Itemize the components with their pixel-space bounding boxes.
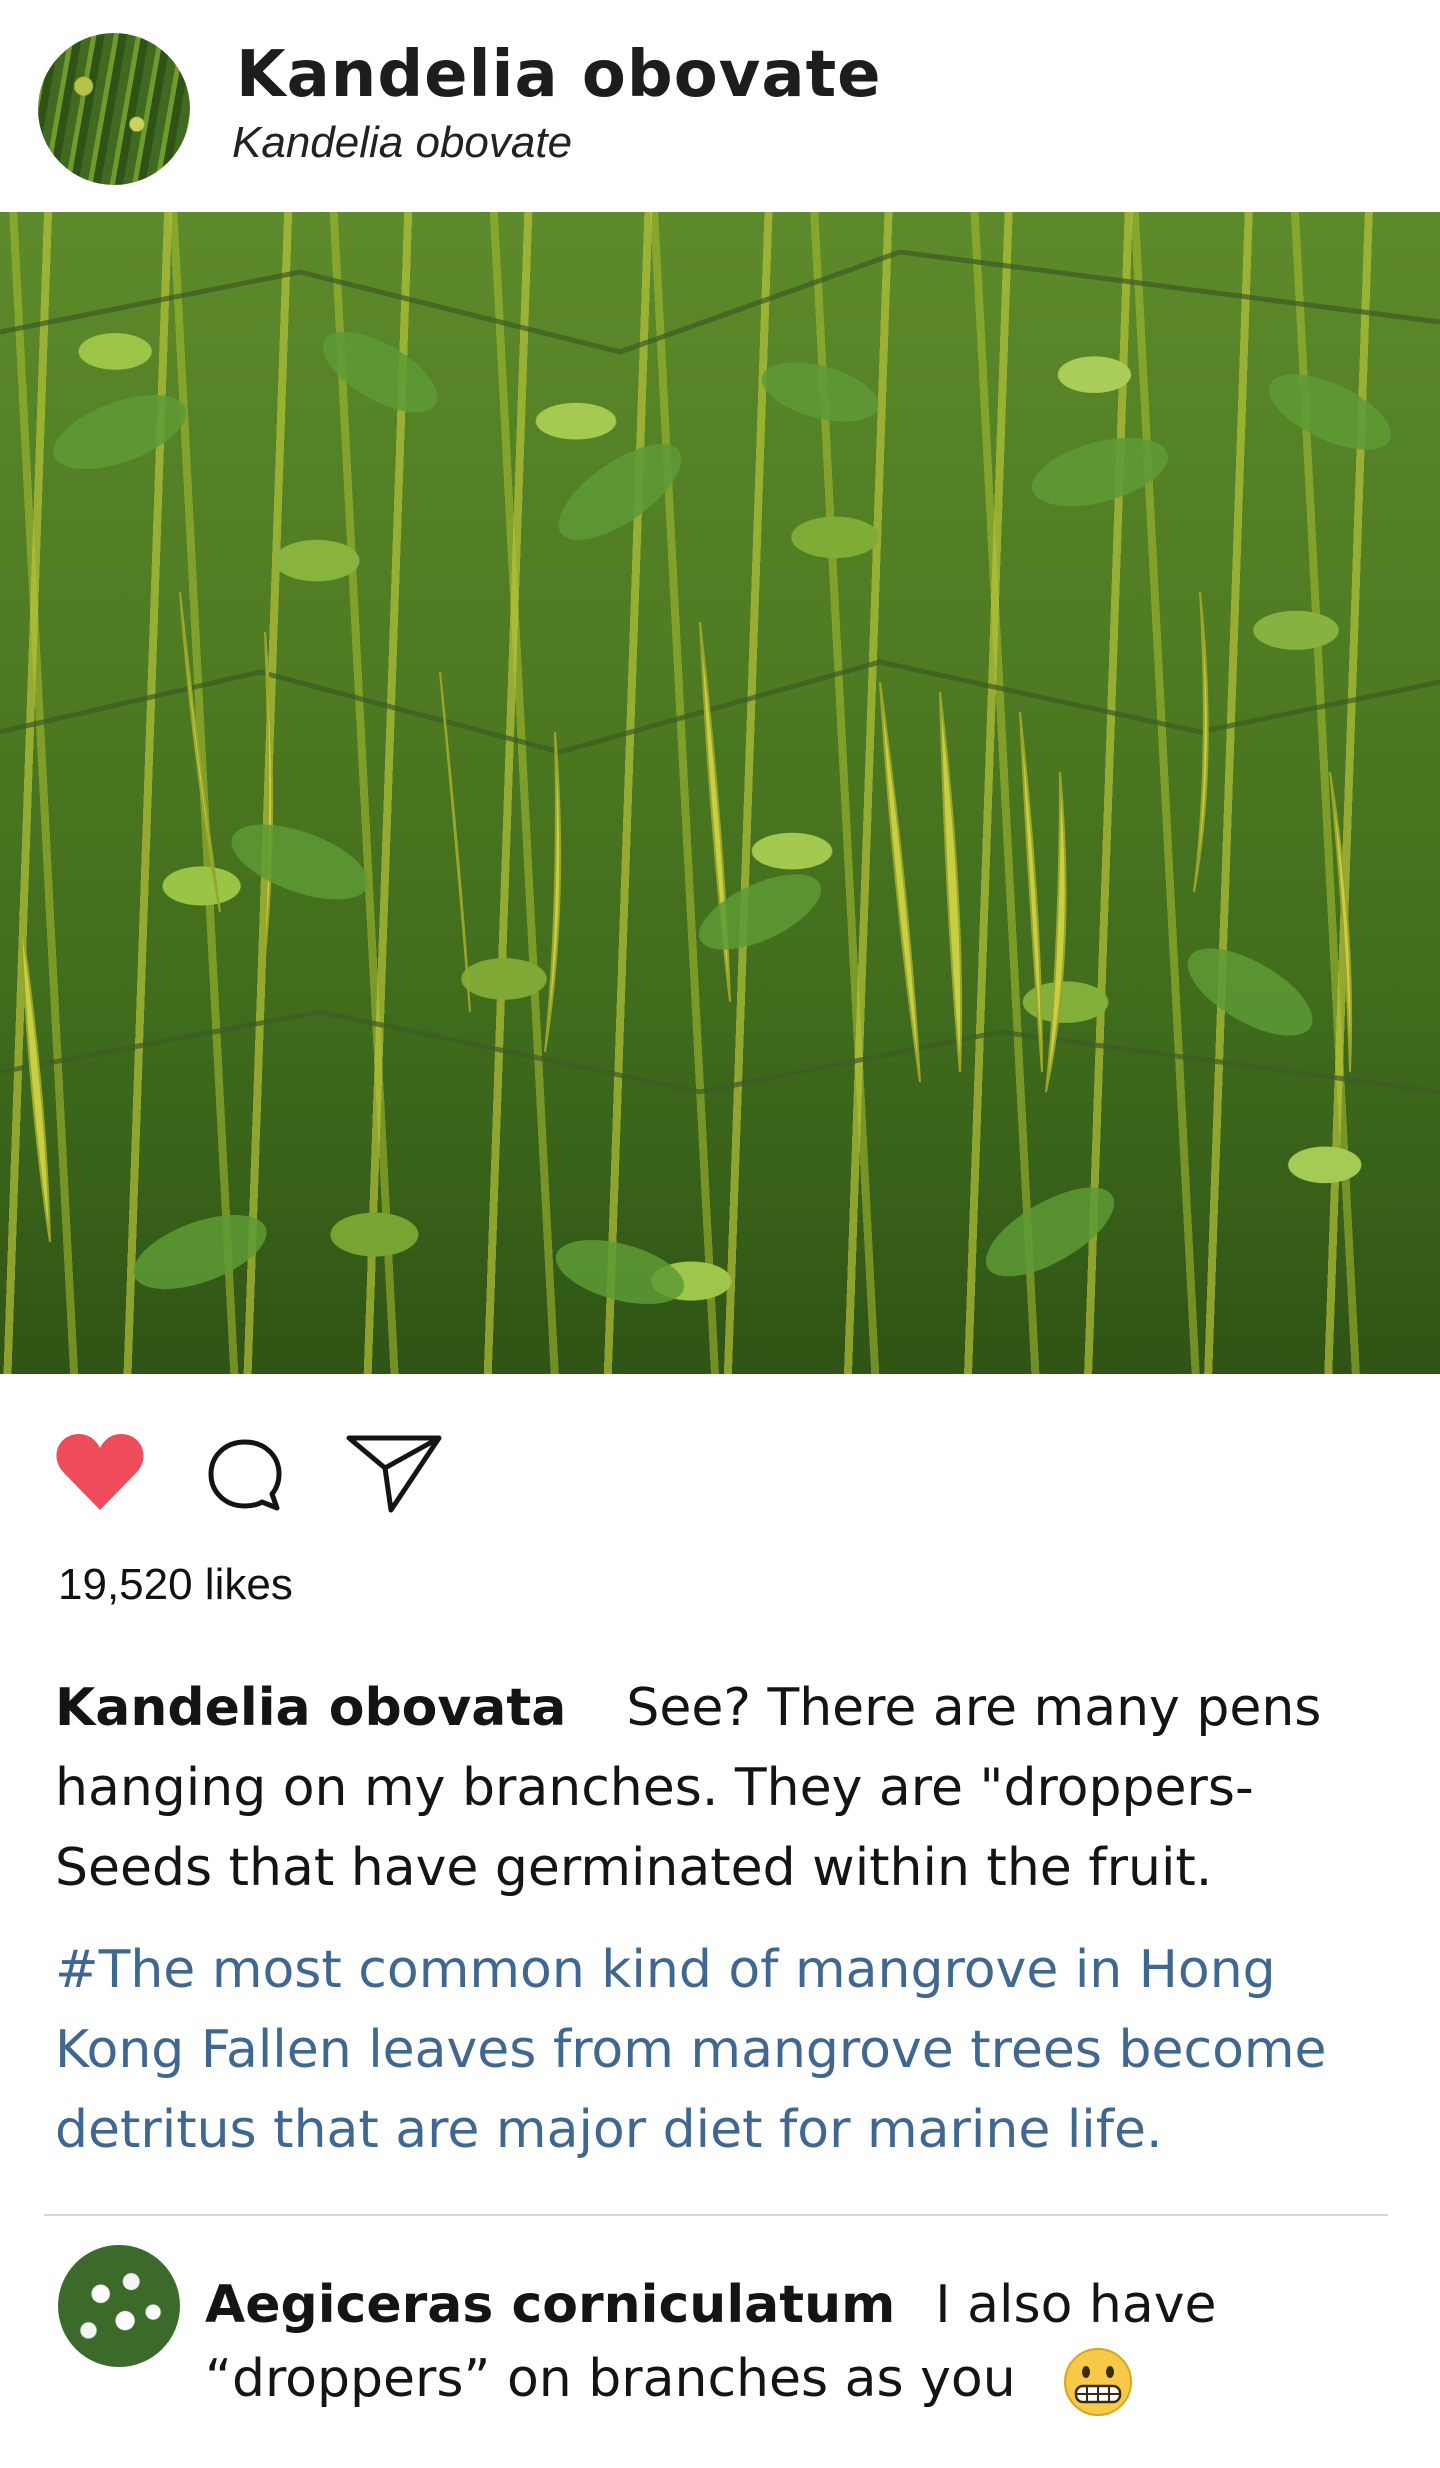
post-header: Kandelia obovate Kandelia obovate xyxy=(0,0,1440,212)
post-actions xyxy=(0,1400,1440,1520)
post-photo[interactable] xyxy=(0,212,1440,1374)
grimacing-face-icon xyxy=(1064,2348,1133,2416)
post-title[interactable]: Kandelia obovate xyxy=(236,38,882,112)
commenter-avatar[interactable] xyxy=(58,2245,180,2367)
post-subtitle: Kandelia obovate xyxy=(232,118,573,167)
mangrove-foliage-illustration xyxy=(0,249,1440,1304)
comment: Aegiceras corniculatum I also have “dropp… xyxy=(205,2268,1385,2418)
profile-avatar[interactable] xyxy=(38,33,190,185)
comment-author[interactable]: Aegiceras corniculatum xyxy=(205,2275,895,2335)
send-icon[interactable] xyxy=(345,1432,443,1516)
likes-count[interactable]: 19,520 likes xyxy=(58,1560,293,1610)
post-caption: Kandelia obovata See? There are many pens… xyxy=(55,1668,1400,1908)
caption-author[interactable]: Kandelia obovata xyxy=(55,1678,566,1738)
divider xyxy=(44,2214,1388,2216)
comment-icon[interactable] xyxy=(205,1436,285,1516)
caption-hashtags[interactable]: #The most common kind of mangrove in Hon… xyxy=(55,1930,1400,2170)
heart-icon[interactable] xyxy=(55,1432,145,1512)
